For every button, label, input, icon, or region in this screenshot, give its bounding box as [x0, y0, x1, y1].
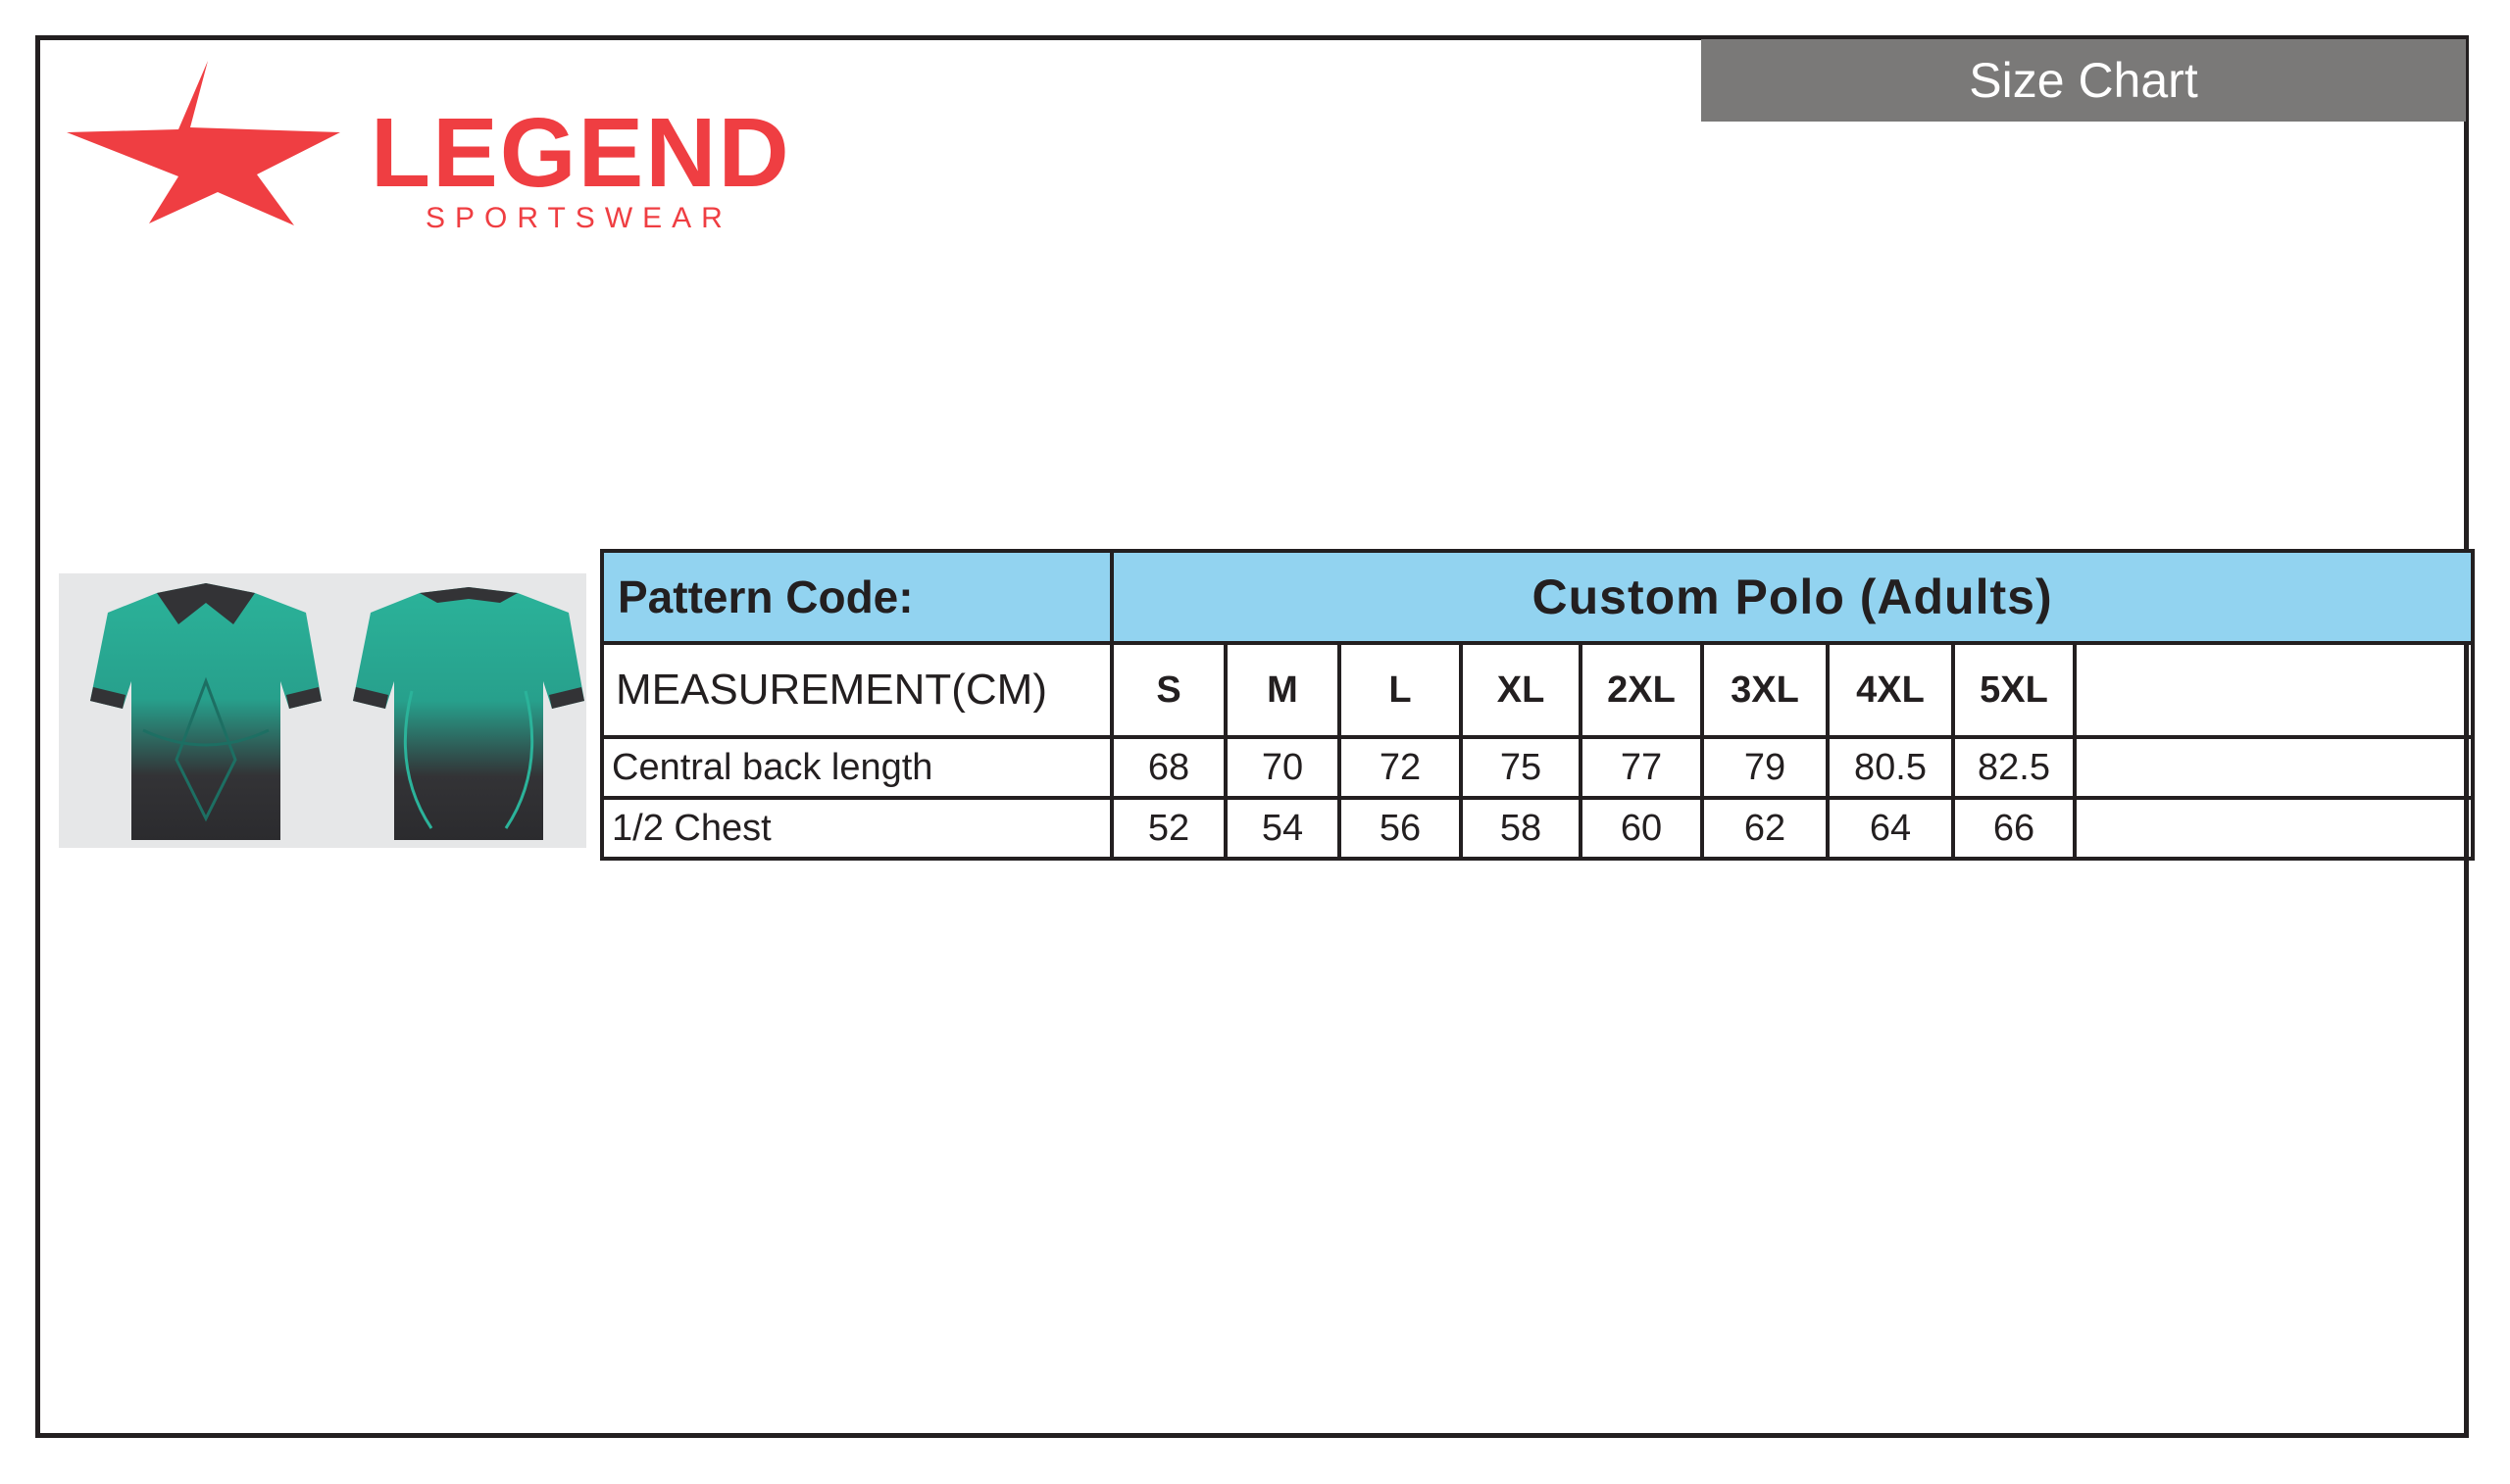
brand-logo: LEGEND SPORTSWEAR — [67, 61, 791, 234]
size-header: 4XL — [1826, 641, 1955, 739]
measurement-label: MEASUREMENT(CM) — [600, 641, 1114, 739]
table-cell: 82.5 — [1951, 735, 2077, 800]
table-cell: 79 — [1700, 735, 1830, 800]
size-chart-tab: Size Chart — [1701, 39, 2466, 122]
table-row: Central back length 68 70 72 75 77 79 80… — [600, 735, 2476, 800]
table-cell: 62 — [1700, 796, 1830, 861]
table-cell: 66 — [1951, 796, 2077, 861]
table-cell: 80.5 — [1826, 735, 1955, 800]
size-header: S — [1110, 641, 1228, 739]
empty-cell — [2072, 796, 2476, 861]
size-header: 2XL — [1579, 641, 1704, 739]
size-header: 5XL — [1951, 641, 2077, 739]
table-cell: 56 — [1337, 796, 1463, 861]
polo-front — [90, 583, 322, 840]
pattern-code-label: Pattern Code: — [600, 549, 1114, 645]
table-cell: 58 — [1459, 796, 1582, 861]
table-cell: 70 — [1224, 735, 1341, 800]
star-icon — [67, 61, 340, 225]
row-label: Central back length — [600, 735, 1114, 800]
empty-cell — [2072, 735, 2476, 800]
table-cell: 60 — [1579, 796, 1704, 861]
polo-back — [353, 587, 584, 840]
size-header: L — [1337, 641, 1463, 739]
size-header: XL — [1459, 641, 1582, 739]
size-table: Pattern Code: Custom Polo (Adults) MEASU… — [600, 549, 2476, 861]
table-row: 1/2 Chest 52 54 56 58 60 62 64 66 — [600, 796, 2476, 861]
table-cell: 75 — [1459, 735, 1582, 800]
table-cell: 64 — [1826, 796, 1955, 861]
table-cell: 68 — [1110, 735, 1228, 800]
table-cell: 72 — [1337, 735, 1463, 800]
brand-tagline: SPORTSWEAR — [426, 202, 732, 234]
table-cell: 52 — [1110, 796, 1228, 861]
size-header-row: MEASUREMENT(CM) S M L XL 2XL 3XL 4XL 5XL — [600, 641, 2476, 739]
row-label: 1/2 Chest — [600, 796, 1114, 861]
size-header: 3XL — [1700, 641, 1830, 739]
empty-cell — [2072, 641, 2476, 739]
table-cell: 54 — [1224, 796, 1341, 861]
size-chart-title: Size Chart — [1969, 53, 2198, 108]
product-image — [59, 573, 586, 848]
product-title: Custom Polo (Adults) — [1109, 549, 2476, 645]
table-cell: 77 — [1579, 735, 1704, 800]
table-header-row: Pattern Code: Custom Polo (Adults) — [600, 549, 2476, 645]
brand-name: LEGEND — [371, 98, 791, 208]
size-header: M — [1224, 641, 1341, 739]
